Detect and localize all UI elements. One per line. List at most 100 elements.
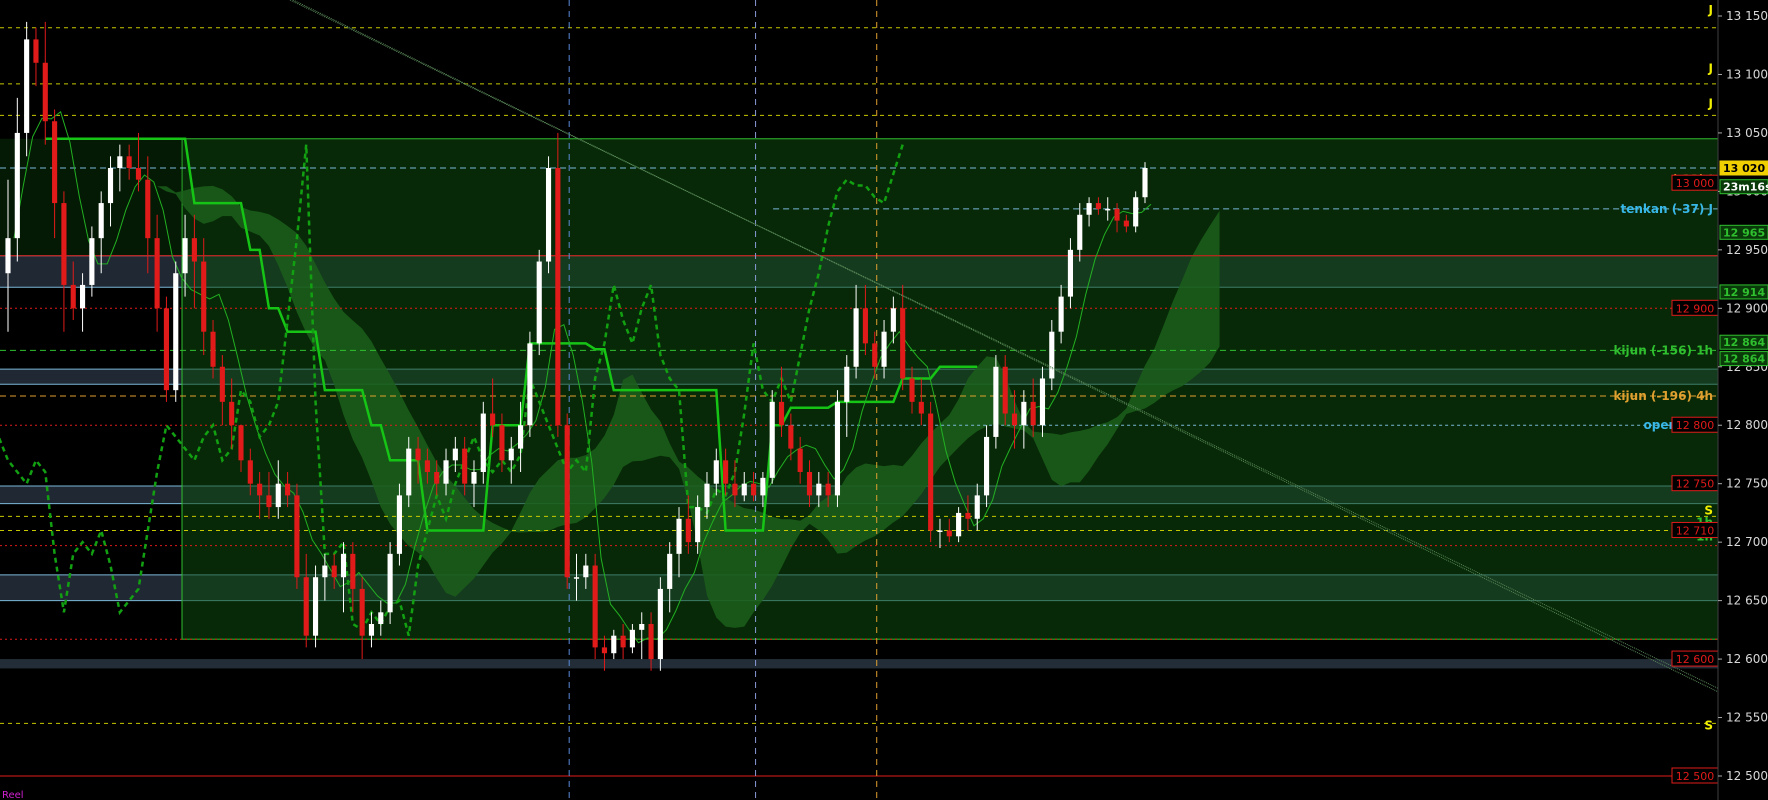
candle-body (592, 565, 598, 648)
candle-body (434, 472, 440, 484)
level-label: S (1704, 719, 1713, 733)
candle-body (33, 39, 39, 63)
candle-body (415, 448, 421, 461)
axis-tick-label: 12 800 (1726, 418, 1768, 432)
candle (928, 401, 934, 543)
axis-tick-label: 13 100 (1726, 67, 1768, 81)
price-box-label: 12 500 (1676, 770, 1715, 783)
candle-body (396, 495, 402, 554)
candle-body (1002, 366, 1008, 414)
price-chart[interactable]: JJJ(-13) Jtenkan (-37) Jkijun (-156) 1hk… (0, 0, 1768, 800)
candle-body (1049, 331, 1055, 379)
candle (545, 156, 552, 274)
candle-body (79, 284, 86, 309)
zone-band (0, 659, 1718, 669)
candle-body (285, 483, 291, 496)
candle-body (769, 401, 775, 478)
candle-body (974, 495, 980, 519)
candle-body (257, 483, 263, 496)
candle (173, 261, 179, 402)
candle (294, 483, 300, 589)
candle (592, 553, 598, 660)
candle-body (937, 530, 943, 532)
candle-body (182, 238, 188, 274)
candle (1142, 162, 1148, 204)
axis-tick-label: 12 700 (1726, 535, 1768, 549)
candle-body (881, 331, 887, 367)
candle (555, 132, 561, 437)
candle-body (322, 565, 328, 578)
candle-body (1142, 168, 1148, 198)
candle (1133, 191, 1139, 233)
level-label: J (1708, 3, 1713, 17)
price-box-label: 12 600 (1676, 653, 1715, 666)
candle-body (853, 308, 859, 367)
candle (769, 390, 775, 484)
candle-body (862, 308, 868, 344)
candle (564, 413, 570, 589)
candle-body (760, 477, 766, 496)
candle-body (163, 308, 169, 391)
axis-price-box-label: 12 864 (1723, 336, 1765, 349)
candle-body (536, 261, 542, 344)
candle-body (406, 448, 412, 496)
candle-body (993, 366, 999, 437)
candle-body (387, 553, 393, 613)
axis-price-box-label: 12 914 (1723, 286, 1765, 299)
candle-body (42, 62, 48, 122)
candle-body (1011, 413, 1018, 426)
axis-price-box-label: 13 020 (1723, 162, 1765, 175)
range-box (181, 138, 1719, 640)
candle (527, 331, 533, 437)
candle-body (844, 366, 850, 402)
price-box-label: 13 000 (1676, 177, 1715, 190)
candle (163, 296, 169, 402)
candle-body (1021, 401, 1027, 426)
candle-body (359, 588, 365, 636)
candle-body (806, 472, 813, 496)
axis-tick-label: 12 950 (1726, 243, 1768, 257)
candle-body (555, 168, 561, 426)
candle-body (266, 495, 272, 508)
candle-body (247, 460, 253, 484)
candle-body (303, 577, 309, 636)
candle-body (648, 624, 654, 660)
candle-body (816, 483, 822, 496)
candle-body (732, 483, 738, 496)
candle-body (294, 495, 300, 578)
candle (993, 355, 999, 449)
axis-tick-label: 12 550 (1726, 711, 1768, 725)
candle-body (452, 448, 458, 461)
candle-body (518, 425, 524, 449)
candle-body (70, 284, 76, 309)
chart-root[interactable]: JJJ(-13) Jtenkan (-37) Jkijun (-156) 1hk… (0, 0, 1768, 800)
axis-price-box-label: 23m16s (1723, 181, 1768, 194)
candle-body (667, 553, 673, 589)
candle-body (639, 624, 645, 630)
candle-body (443, 460, 449, 484)
candle-body (340, 553, 347, 578)
candle-body (480, 413, 486, 472)
candle-body (956, 512, 962, 537)
candle-body (527, 343, 533, 426)
axis-tick-label: 12 500 (1726, 769, 1768, 783)
candle-body (490, 413, 496, 426)
candle-body (751, 483, 757, 496)
candle-body (508, 448, 514, 461)
candle (536, 249, 542, 356)
axis-price-box-label: 12 864 (1723, 353, 1765, 366)
candle-body (583, 565, 589, 578)
candle-body (564, 425, 570, 578)
candle-body (946, 530, 952, 537)
candle (396, 483, 402, 566)
axis-tick-label: 13 150 (1726, 9, 1768, 23)
candle-body (471, 472, 477, 484)
candle-body (107, 168, 114, 204)
candle-body (1058, 296, 1064, 332)
candle-body (14, 132, 20, 239)
candle-body (350, 553, 356, 589)
candle-body (778, 401, 785, 426)
candle-body (154, 238, 160, 309)
candle-body (61, 203, 67, 285)
candle-body (98, 203, 104, 239)
